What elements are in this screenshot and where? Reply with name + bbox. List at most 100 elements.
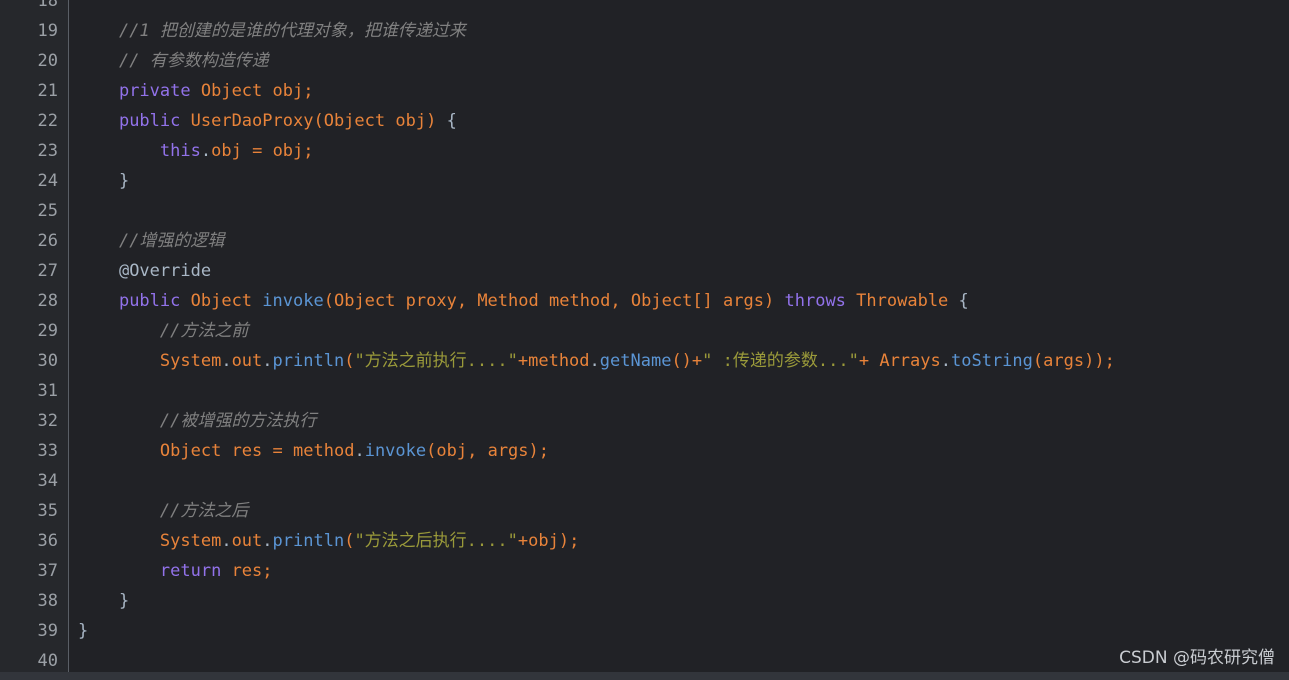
code-line[interactable]: 29 //方法之前 [0, 316, 1289, 346]
line-code[interactable]: //被增强的方法执行 [78, 406, 316, 436]
code-token: args [487, 441, 529, 461]
code-token: . [589, 351, 600, 371]
line-code[interactable]: Object res = method.invoke(obj, args); [78, 436, 549, 466]
code-token: ( [344, 351, 355, 371]
code-token: [] [692, 291, 713, 311]
code-line[interactable]: 25 [0, 196, 1289, 226]
code-token: obj [272, 141, 304, 161]
code-token: } [118, 591, 130, 611]
code-line[interactable]: 24 } [0, 166, 1289, 196]
line-code[interactable]: public Object invoke(Object proxy, Metho… [78, 286, 969, 316]
code-token: " :传递的参数..." [702, 351, 859, 371]
code-token: ); [558, 531, 580, 551]
code-token: invoke [364, 441, 427, 461]
line-number: 25 [37, 201, 58, 221]
code-token: + [858, 351, 870, 371]
code-token: args [1043, 351, 1085, 371]
line-code[interactable]: } [78, 586, 129, 616]
code-token: System [159, 351, 222, 371]
code-line[interactable]: 32 //被增强的方法执行 [0, 406, 1289, 436]
code-token: ( [1032, 351, 1044, 371]
line-code[interactable]: this.obj = obj; [78, 136, 314, 166]
status-bar [0, 672, 1289, 680]
line-number: 32 [37, 411, 58, 431]
code-content-area[interactable]: 18 19 //1 把创建的是谁的代理对象，把谁传递过来 20 // 有参数构造传递… [0, 0, 1289, 672]
code-token: Arrays [879, 351, 941, 371]
line-code[interactable]: //方法之后 [78, 496, 248, 526]
line-number: 35 [37, 501, 58, 521]
code-line[interactable]: 39} [0, 616, 1289, 646]
code-token: this [159, 141, 201, 161]
code-token: . [221, 531, 232, 551]
code-line[interactable]: 23 this.obj = obj; [0, 136, 1289, 166]
line-code[interactable]: return res; [78, 556, 273, 586]
code-token: + [517, 351, 529, 371]
code-line[interactable]: 35 //方法之后 [0, 496, 1289, 526]
code-token: Object [200, 81, 263, 101]
code-token: method [528, 351, 590, 371]
line-code[interactable]: //方法之前 [78, 316, 248, 346]
code-token: getName [599, 351, 672, 371]
code-token: ) [426, 111, 437, 131]
code-token: method [293, 441, 355, 461]
line-code[interactable]: //增强的逻辑 [78, 226, 224, 256]
line-number: 38 [37, 591, 58, 611]
code-line[interactable]: 34 [0, 466, 1289, 496]
code-line[interactable]: 40 [0, 646, 1289, 672]
code-line[interactable]: 18 [0, 0, 1289, 16]
code-line[interactable]: 19 //1 把创建的是谁的代理对象，把谁传递过来 [0, 16, 1289, 46]
line-code[interactable]: private Object obj; [78, 76, 314, 106]
code-token: obj [211, 141, 242, 161]
code-editor: 18 19 //1 把创建的是谁的代理对象，把谁传递过来 20 // 有参数构造传递… [0, 0, 1289, 680]
code-line[interactable]: 21 private Object obj; [0, 76, 1289, 106]
line-number: 37 [37, 561, 58, 581]
code-line[interactable]: 26 //增强的逻辑 [0, 226, 1289, 256]
code-line[interactable]: 20 // 有参数构造传递 [0, 46, 1289, 76]
code-token: ( [323, 291, 334, 311]
code-line[interactable]: 27 @Override [0, 256, 1289, 286]
code-token: ); [528, 441, 550, 461]
code-line[interactable]: 33 Object res = method.invoke(obj, args)… [0, 436, 1289, 466]
code-token: "方法之后执行...." [354, 531, 518, 551]
code-line[interactable]: 36 System.out.println("方法之后执行...."+obj); [0, 526, 1289, 556]
line-code[interactable]: } [78, 166, 129, 196]
line-code[interactable]: @Override [78, 256, 211, 286]
line-number: 29 [37, 321, 58, 341]
line-number: 24 [37, 171, 58, 191]
code-line[interactable]: 28 public Object invoke(Object proxy, Me… [0, 286, 1289, 316]
code-line[interactable]: 37 return res; [0, 556, 1289, 586]
code-line[interactable]: 30 System.out.println("方法之前执行...."+metho… [0, 346, 1289, 376]
code-line[interactable]: 38 } [0, 586, 1289, 616]
line-code[interactable]: public UserDaoProxy(Object obj) { [78, 106, 457, 136]
code-line[interactable]: 22 public UserDaoProxy(Object obj) { [0, 106, 1289, 136]
code-token: () [671, 351, 692, 371]
line-code[interactable]: System.out.println("方法之前执行...."+method.g… [78, 346, 1115, 376]
code-token: ; [262, 561, 273, 581]
code-token: return [159, 561, 222, 581]
code-token: . [262, 351, 273, 371]
code-token: public [118, 111, 181, 131]
code-token: Object [333, 291, 396, 311]
line-code[interactable]: } [78, 616, 88, 646]
code-token: , [456, 291, 478, 311]
line-code[interactable]: // 有参数构造传递 [78, 46, 269, 76]
line-number: 18 [37, 0, 58, 11]
line-code[interactable]: System.out.println("方法之后执行...."+obj); [78, 526, 579, 556]
line-code[interactable]: //1 把创建的是谁的代理对象，把谁传递过来 [78, 16, 466, 46]
code-token: } [118, 171, 130, 191]
code-token: args [723, 291, 764, 311]
code-token: . [262, 531, 273, 551]
code-line[interactable]: 31 [0, 376, 1289, 406]
code-token: obj [436, 441, 468, 461]
